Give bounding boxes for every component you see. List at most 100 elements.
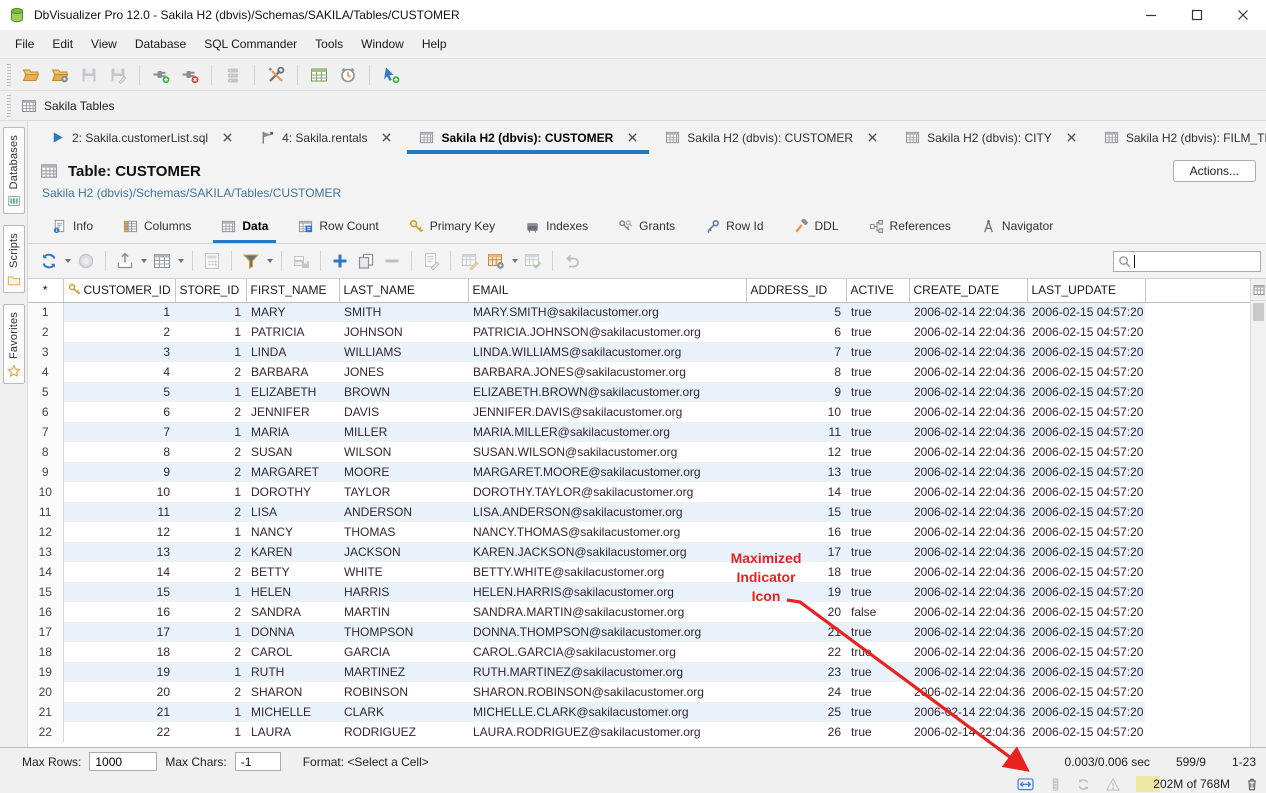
tab-data[interactable]: Data: [209, 209, 280, 243]
data-cell[interactable]: MOORE: [339, 462, 468, 482]
column-header[interactable]: STORE_ID: [175, 279, 246, 302]
data-cell[interactable]: HELEN: [246, 582, 339, 602]
data-cell[interactable]: 2006-02-14 22:04:36: [909, 462, 1027, 482]
data-cell[interactable]: SMITH: [339, 302, 468, 322]
row-number-cell[interactable]: 10: [28, 482, 63, 502]
data-cell[interactable]: 12: [63, 522, 175, 542]
grid-search[interactable]: [1113, 251, 1261, 272]
data-cell[interactable]: 2006-02-15 04:57:20: [1027, 722, 1145, 742]
data-cell[interactable]: true: [846, 382, 909, 402]
monitor-clock-button[interactable]: [336, 63, 360, 87]
data-cell[interactable]: 2006-02-15 04:57:20: [1027, 562, 1145, 582]
data-cell[interactable]: MARY: [246, 302, 339, 322]
data-cell[interactable]: GARCIA: [339, 642, 468, 662]
data-cell[interactable]: 2006-02-15 04:57:20: [1027, 322, 1145, 342]
data-cell[interactable]: MARIA.MILLER@sakilacustomer.org: [468, 422, 746, 442]
data-cell[interactable]: 13: [746, 462, 846, 482]
data-cell[interactable]: SHARON: [246, 682, 339, 702]
data-cell[interactable]: 2006-02-14 22:04:36: [909, 422, 1027, 442]
data-cell[interactable]: 12: [746, 442, 846, 462]
data-cell[interactable]: SHARON.ROBINSON@sakilacustomer.org: [468, 682, 746, 702]
data-cell[interactable]: KAREN.JACKSON@sakilacustomer.org: [468, 542, 746, 562]
data-cell[interactable]: 2006-02-15 04:57:20: [1027, 622, 1145, 642]
data-cell[interactable]: 23: [746, 662, 846, 682]
data-cell[interactable]: THOMPSON: [339, 622, 468, 642]
data-cell[interactable]: DONNA: [246, 622, 339, 642]
close-tab-icon[interactable]: [1067, 133, 1076, 142]
data-cell[interactable]: WHITE: [339, 562, 468, 582]
data-cell[interactable]: true: [846, 542, 909, 562]
row-number-cell[interactable]: 20: [28, 682, 63, 702]
undo-button[interactable]: [561, 250, 583, 272]
tool-properties-button[interactable]: [264, 63, 288, 87]
data-cell[interactable]: 9: [746, 382, 846, 402]
data-cell[interactable]: 21: [746, 622, 846, 642]
data-cell[interactable]: 1: [175, 382, 246, 402]
data-cell[interactable]: 7: [746, 342, 846, 362]
data-cell[interactable]: 2006-02-14 22:04:36: [909, 442, 1027, 462]
data-cell[interactable]: true: [846, 482, 909, 502]
data-cell[interactable]: MARGARET: [246, 462, 339, 482]
data-cell[interactable]: true: [846, 442, 909, 462]
data-cell[interactable]: 1: [175, 722, 246, 742]
close-tab-icon[interactable]: [868, 133, 877, 142]
data-cell[interactable]: BARBARA: [246, 362, 339, 382]
close-button[interactable]: [1220, 0, 1266, 30]
data-cell[interactable]: 1: [175, 322, 246, 342]
warning-status-icon[interactable]: [1106, 778, 1120, 791]
data-cell[interactable]: 2006-02-15 04:57:20: [1027, 682, 1145, 702]
toolbar-grip[interactable]: [7, 95, 11, 117]
data-cell[interactable]: 2006-02-15 04:57:20: [1027, 662, 1145, 682]
data-cell[interactable]: MARY.SMITH@sakilacustomer.org: [468, 302, 746, 322]
data-cell[interactable]: 2006-02-14 22:04:36: [909, 542, 1027, 562]
data-cell[interactable]: 2: [175, 642, 246, 662]
grid-view-dropdown-icon[interactable]: [178, 259, 184, 263]
doc-tab[interactable]: Sakila H2 (dbvis): CUSTOMER: [407, 121, 649, 154]
data-cell[interactable]: 2: [175, 462, 246, 482]
data-cell[interactable]: PATRICIA: [246, 322, 339, 342]
data-cell[interactable]: 8: [63, 442, 175, 462]
data-cell[interactable]: 15: [746, 502, 846, 522]
tab-columns[interactable]: Columns: [111, 209, 203, 243]
data-cell[interactable]: ELIZABETH: [246, 382, 339, 402]
data-cell[interactable]: 16: [63, 602, 175, 622]
delete-row-button[interactable]: [381, 250, 403, 272]
data-cell[interactable]: 16: [746, 522, 846, 542]
tab-row-count[interactable]: Row Count: [286, 209, 390, 243]
data-cell[interactable]: NANCY: [246, 522, 339, 542]
open-recent-button[interactable]: [48, 63, 72, 87]
data-cell[interactable]: true: [846, 522, 909, 542]
breadcrumb[interactable]: Sakila H2 (dbvis)/Schemas/SAKILA/Tables/…: [42, 186, 1254, 200]
save-edits-button[interactable]: [290, 250, 312, 272]
commit-button[interactable]: [221, 63, 245, 87]
data-cell[interactable]: BETTY: [246, 562, 339, 582]
row-number-cell[interactable]: 21: [28, 702, 63, 722]
data-cell[interactable]: SUSAN: [246, 442, 339, 462]
data-cell[interactable]: true: [846, 582, 909, 602]
data-cell[interactable]: true: [846, 722, 909, 742]
data-cell[interactable]: true: [846, 642, 909, 662]
row-number-cell[interactable]: 12: [28, 522, 63, 542]
data-cell[interactable]: 21: [63, 702, 175, 722]
data-cell[interactable]: 2: [175, 362, 246, 382]
data-cell[interactable]: WILLIAMS: [339, 342, 468, 362]
data-cell[interactable]: 2006-02-14 22:04:36: [909, 402, 1027, 422]
data-cell[interactable]: 2006-02-14 22:04:36: [909, 322, 1027, 342]
data-cell[interactable]: 22: [63, 722, 175, 742]
max-rows-input[interactable]: [89, 752, 157, 771]
data-cell[interactable]: MARGARET.MOORE@sakilacustomer.org: [468, 462, 746, 482]
close-tab-icon[interactable]: [223, 133, 232, 142]
data-cell[interactable]: 2006-02-15 04:57:20: [1027, 702, 1145, 722]
data-cell[interactable]: DAVIS: [339, 402, 468, 422]
data-cell[interactable]: 11: [63, 502, 175, 522]
data-cell[interactable]: 2006-02-14 22:04:36: [909, 662, 1027, 682]
row-number-cell[interactable]: 11: [28, 502, 63, 522]
tab-ddl[interactable]: DDL: [782, 209, 851, 243]
scrollbar-thumb[interactable]: [1253, 303, 1264, 321]
data-cell[interactable]: 2006-02-15 04:57:20: [1027, 302, 1145, 322]
data-cell[interactable]: WILSON: [339, 442, 468, 462]
tab-indexes[interactable]: Indexes: [513, 209, 600, 243]
toolbar-grip[interactable]: [7, 64, 11, 86]
calculate-button[interactable]: [201, 250, 223, 272]
data-cell[interactable]: HARRIS: [339, 582, 468, 602]
